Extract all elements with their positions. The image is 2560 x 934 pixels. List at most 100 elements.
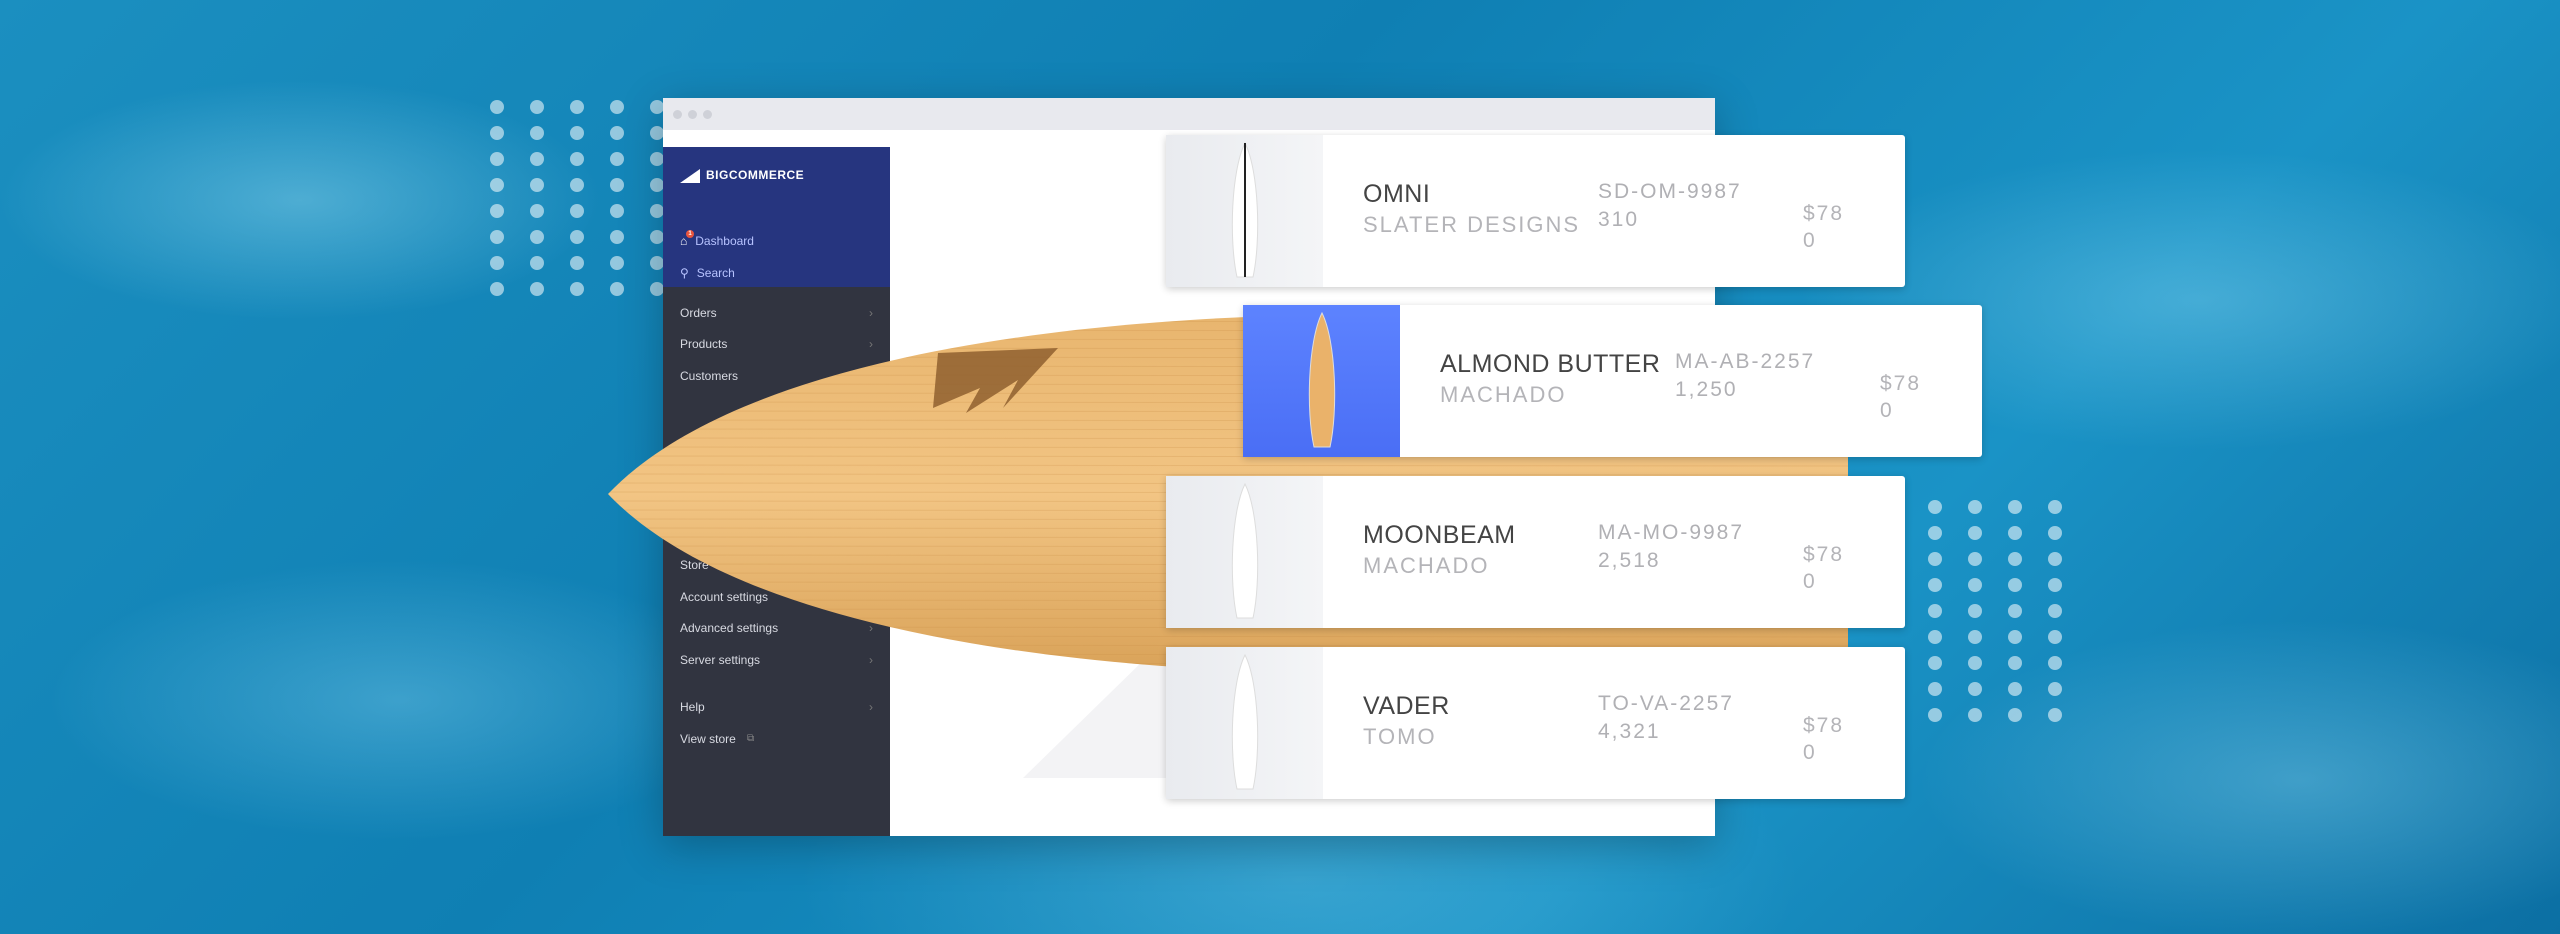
surfboard-thumbnail-icon: [1231, 653, 1258, 790]
sidebar-link-search[interactable]: ⚲ Search: [680, 257, 873, 289]
product-quantity: 4,321: [1598, 720, 1661, 743]
decorative-dot: [610, 126, 624, 140]
decorative-dot: [1928, 552, 1942, 566]
product-name: ALMOND BUTTER: [1440, 350, 1661, 378]
product-price: $780: [1803, 202, 1845, 252]
sidebar-item-help[interactable]: Help ›: [680, 692, 873, 724]
decorative-dot: [570, 256, 584, 270]
decorative-dot: [490, 152, 504, 166]
decorative-dot: [2048, 708, 2062, 722]
product-sku: MA-AB-2257: [1675, 350, 1816, 373]
product-card-moonbeam[interactable]: MOONBEAM MACHADO MA-MO-9987 2,518 $780: [1166, 476, 1905, 628]
decorative-dot: [1928, 656, 1942, 670]
decorative-dot: [1968, 604, 1982, 618]
product-sku: SD-OM-9987: [1598, 180, 1742, 203]
product-brand: SLATER DESIGNS: [1363, 212, 1581, 237]
window-dot[interactable]: [703, 109, 712, 119]
decorative-dot: [610, 204, 624, 218]
decorative-dot: [650, 126, 664, 140]
sidebar-link-dashboard[interactable]: ⌂ 1 Dashboard: [680, 225, 873, 257]
decorative-dot: [610, 230, 624, 244]
product-quantity: 310: [1598, 208, 1640, 231]
external-link-icon: ⧉: [747, 733, 755, 745]
sidebar-item-view-store[interactable]: View store ⧉: [680, 723, 873, 755]
decorative-dot: [1968, 656, 1982, 670]
decorative-dot: [490, 178, 504, 192]
decorative-dot-grid-left: [477, 94, 677, 302]
decorative-dot: [570, 230, 584, 244]
decorative-dot: [2048, 500, 2062, 514]
decorative-dot: [530, 204, 544, 218]
decorative-dot: [2048, 552, 2062, 566]
product-price: $780: [1803, 543, 1845, 593]
search-icon: ⚲: [680, 266, 689, 280]
decorative-dot: [530, 126, 544, 140]
decorative-dot: [1968, 682, 1982, 696]
decorative-dot: [1928, 708, 1942, 722]
decorative-dot: [2008, 578, 2022, 592]
product-name: OMNI: [1363, 180, 1431, 208]
product-card-omni[interactable]: OMNI SLATER DESIGNS SD-OM-9987 310 $780: [1166, 135, 1905, 287]
decorative-dot: [1968, 708, 1982, 722]
decorative-dot: [2048, 578, 2062, 592]
bigcommerce-logo[interactable]: BIGCOMMERCE: [680, 167, 873, 183]
sidebar-link-label: Dashboard: [695, 234, 754, 248]
decorative-dot-grid-right: [1915, 494, 2075, 728]
decorative-dot: [650, 256, 664, 270]
decorative-dot: [610, 152, 624, 166]
decorative-dot: [530, 282, 544, 296]
decorative-dot: [570, 126, 584, 140]
decorative-dot: [490, 256, 504, 270]
decorative-dot: [570, 178, 584, 192]
decorative-dot: [530, 152, 544, 166]
decorative-dot: [530, 256, 544, 270]
window-dot[interactable]: [673, 109, 682, 119]
decorative-dot: [2008, 552, 2022, 566]
product-card-vader[interactable]: VADER TOMO TO-VA-2257 4,321 $780: [1166, 647, 1905, 799]
decorative-dot: [2048, 682, 2062, 696]
product-quantity: 1,250: [1675, 378, 1738, 401]
decorative-dot: [1968, 578, 1982, 592]
decorative-dot: [2048, 526, 2062, 540]
decorative-dot: [1968, 552, 1982, 566]
product-brand: TOMO: [1363, 724, 1437, 749]
decorative-dot: [570, 152, 584, 166]
sidebar-header: BIGCOMMERCE ⌂ 1 Dashboard ⚲ Search: [663, 147, 890, 287]
decorative-dot: [1968, 526, 1982, 540]
decorative-dot: [490, 204, 504, 218]
logo-mark-icon: [680, 169, 700, 183]
decorative-dot: [650, 100, 664, 114]
decorative-dot: [530, 178, 544, 192]
window-dot[interactable]: [688, 109, 697, 119]
decorative-dot: [2048, 630, 2062, 644]
product-card-almond-butter[interactable]: ALMOND BUTTER MACHADO MA-AB-2257 1,250 $78…: [1243, 305, 1982, 457]
sidebar-item-label: Help: [680, 700, 705, 715]
product-sku: TO-VA-2257: [1598, 692, 1734, 715]
decorative-dot: [2008, 682, 2022, 696]
decorative-dot: [650, 204, 664, 218]
decorative-dot: [2008, 656, 2022, 670]
decorative-dot: [2008, 630, 2022, 644]
product-sku: MA-MO-9987: [1598, 521, 1745, 544]
decorative-dot: [1968, 500, 1982, 514]
decorative-dot: [1928, 526, 1942, 540]
surfboard-thumbnail-icon: [1231, 141, 1258, 278]
sidebar-link-label: Search: [696, 266, 735, 280]
product-thumbnail: [1166, 135, 1323, 287]
decorative-dot: [570, 282, 584, 296]
home-icon: ⌂ 1: [680, 230, 694, 248]
decorative-dot: [530, 100, 544, 114]
decorative-dot: [1928, 604, 1942, 618]
decorative-dot: [2008, 500, 2022, 514]
product-name: MOONBEAM: [1363, 521, 1516, 549]
decorative-dot: [610, 100, 624, 114]
decorative-dot: [530, 230, 544, 244]
product-quantity: 2,518: [1598, 549, 1661, 572]
decorative-dot: [2008, 604, 2022, 618]
product-brand: MACHADO: [1363, 553, 1490, 578]
decorative-dot: [2048, 656, 2062, 670]
notification-badge: 1: [686, 230, 694, 238]
product-thumbnail: [1166, 476, 1323, 628]
decorative-dot: [610, 178, 624, 192]
decorative-dot: [570, 100, 584, 114]
